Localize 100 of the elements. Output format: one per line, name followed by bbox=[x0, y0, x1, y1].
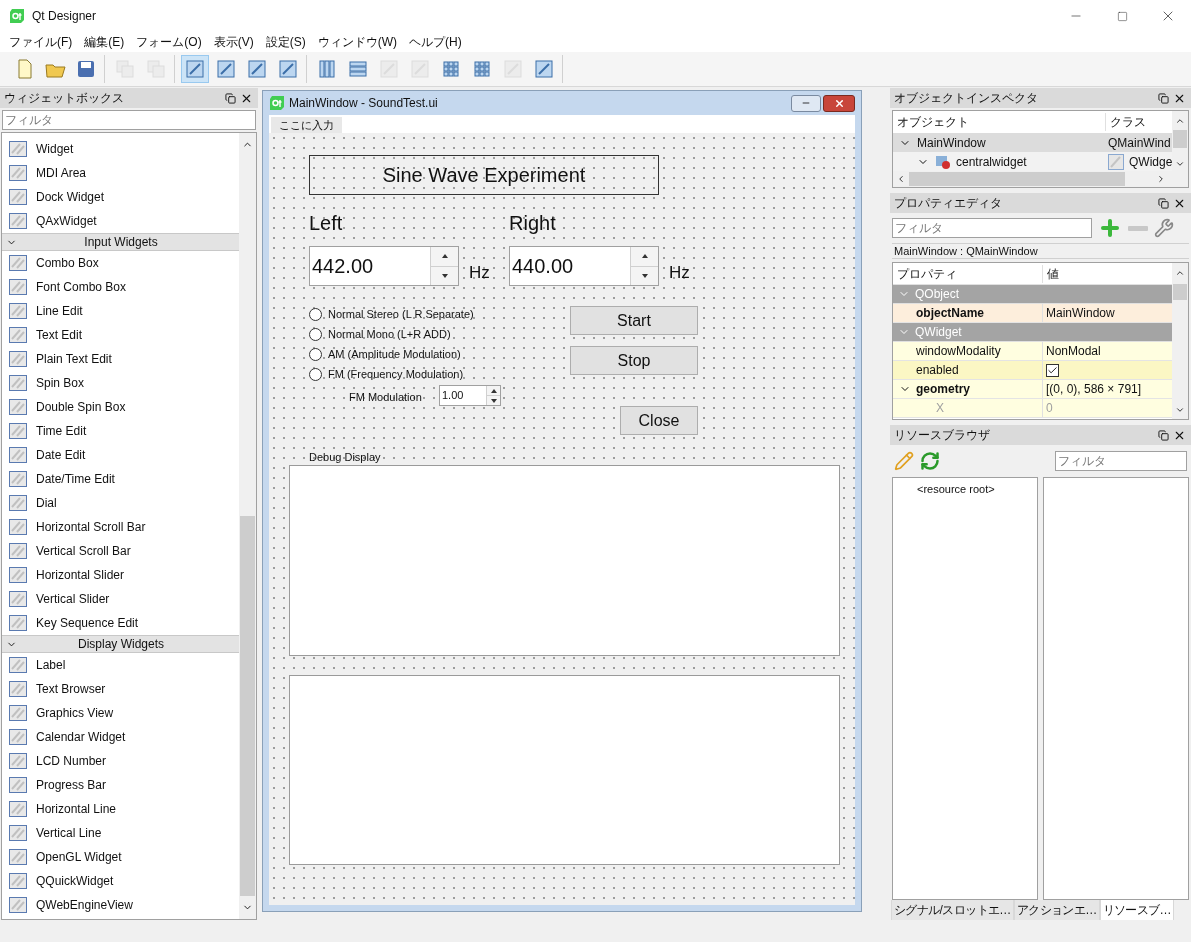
filter-field[interactable]: フィルタ bbox=[1055, 451, 1187, 471]
widget-item[interactable]: Text Browser bbox=[2, 677, 239, 701]
widget-item[interactable]: Plain Text Edit bbox=[2, 347, 239, 371]
tree-row[interactable]: centralwidget QWidge bbox=[893, 152, 1173, 171]
column-header[interactable]: プロパティ bbox=[893, 264, 1043, 283]
property-row[interactable]: objectName MainWindow bbox=[893, 304, 1172, 323]
push-button[interactable]: Start bbox=[570, 306, 698, 335]
scrollbar[interactable] bbox=[1172, 263, 1188, 419]
property-row[interactable]: windowModality NonModal bbox=[893, 342, 1172, 361]
widget-item[interactable]: Progress Bar bbox=[2, 773, 239, 797]
menu-item[interactable]: 設定(S) bbox=[259, 33, 312, 51]
close-button[interactable] bbox=[823, 94, 855, 112]
reload-button[interactable] bbox=[920, 451, 940, 471]
float-icon bbox=[1157, 197, 1169, 209]
widget-item[interactable]: Dock Widget bbox=[2, 185, 239, 209]
fm-modulation-label: FM Modulation bbox=[349, 390, 422, 405]
edit-button[interactable] bbox=[894, 451, 914, 471]
push-button[interactable]: Stop bbox=[570, 346, 698, 375]
widget-item[interactable]: Dial bbox=[2, 491, 239, 515]
add-button[interactable] bbox=[1098, 216, 1122, 240]
widget-item[interactable]: Vertical Slider bbox=[2, 587, 239, 611]
widget-item[interactable]: Horizontal Slider bbox=[2, 563, 239, 587]
dock-tab[interactable]: シグナル/スロットエ… bbox=[891, 900, 1014, 920]
menu-item[interactable]: ウィンドウ(W) bbox=[311, 33, 403, 51]
widget-label: Spin Box bbox=[36, 375, 85, 392]
scrollbar[interactable] bbox=[893, 171, 1188, 187]
float-button[interactable] bbox=[1155, 92, 1171, 104]
property-row[interactable]: geometry [(0, 0), 586 × 791] bbox=[893, 380, 1172, 399]
up-arrow-button[interactable] bbox=[487, 386, 500, 396]
widget-item[interactable]: Date/Time Edit bbox=[2, 467, 239, 491]
widget-item[interactable]: Time Edit bbox=[2, 419, 239, 443]
menu-item[interactable]: ヘルプ(H) bbox=[403, 33, 468, 51]
widget-item[interactable]: Text Edit bbox=[2, 323, 239, 347]
category-header[interactable]: Input Widgets bbox=[2, 233, 239, 251]
menu-placeholder[interactable]: ここに入力 bbox=[271, 117, 342, 133]
dock-tab[interactable]: アクションエ… bbox=[1013, 900, 1100, 920]
widget-item[interactable]: Label bbox=[2, 653, 239, 677]
widget-item[interactable]: QAxWidget bbox=[2, 209, 239, 233]
menu-item[interactable]: 表示(V) bbox=[207, 33, 260, 51]
widget-label: Text Browser bbox=[36, 681, 106, 698]
scroll-thumb[interactable] bbox=[1173, 284, 1187, 300]
widget-item[interactable]: Calendar Widget bbox=[2, 725, 239, 749]
widget-item[interactable]: Vertical Scroll Bar bbox=[2, 539, 239, 563]
filter-field[interactable]: フィルタ bbox=[2, 110, 256, 130]
radio-label: AM (Amplitude Modulation) bbox=[328, 346, 461, 362]
float-button[interactable] bbox=[222, 92, 238, 104]
push-button[interactable]: Close bbox=[620, 406, 698, 435]
widget-item[interactable]: Combo Box bbox=[2, 251, 239, 275]
radio-button[interactable] bbox=[309, 307, 322, 321]
tree-row[interactable]: MainWindow QMainWind bbox=[893, 133, 1173, 152]
widget-item[interactable]: Font Combo Box bbox=[2, 275, 239, 299]
float-button[interactable] bbox=[1155, 197, 1171, 209]
radio-option[interactable]: Normal Stereo (L R Separate) bbox=[309, 304, 474, 324]
scrollbar[interactable] bbox=[239, 133, 256, 919]
radio-option[interactable]: FM (Frequency Modulation) bbox=[309, 364, 474, 384]
scrollbar[interactable] bbox=[1172, 111, 1188, 171]
toolbar-button[interactable] bbox=[181, 55, 209, 83]
widget-item[interactable]: Horizontal Scroll Bar bbox=[2, 515, 239, 539]
spin-box[interactable]: 1.00 bbox=[439, 385, 501, 406]
grid-icon bbox=[471, 58, 493, 80]
radio-option[interactable]: Normal Mono (L+R ADD) bbox=[309, 324, 474, 344]
unit-label: Hz bbox=[469, 262, 490, 284]
scroll-thumb[interactable] bbox=[240, 516, 255, 896]
radio-option[interactable]: AM (Amplitude Modulation) bbox=[309, 344, 474, 364]
scroll-thumb[interactable] bbox=[1173, 130, 1188, 148]
widget-item[interactable]: Widget bbox=[2, 137, 239, 161]
menu-item[interactable]: フォーム(O) bbox=[130, 33, 208, 51]
column-header[interactable]: 値 bbox=[1043, 264, 1059, 283]
widget-item[interactable]: QQuickWidget bbox=[2, 869, 239, 893]
column-header[interactable]: オブジェクト bbox=[893, 113, 1106, 131]
widget-item[interactable]: QWebEngineView bbox=[2, 893, 239, 917]
float-button[interactable] bbox=[1155, 429, 1171, 441]
widget-item[interactable]: Spin Box bbox=[2, 371, 239, 395]
widget-item[interactable]: Horizontal Line bbox=[2, 797, 239, 821]
dock-tab[interactable]: リソースブ… bbox=[1099, 900, 1174, 920]
widget-item[interactable]: Graphics View bbox=[2, 701, 239, 725]
menu-item[interactable]: ファイル(F) bbox=[3, 33, 79, 51]
property-value: [(0, 0), 586 × 791] bbox=[1046, 381, 1142, 398]
widget-item[interactable]: Double Spin Box bbox=[2, 395, 239, 419]
widget-item[interactable]: Date Edit bbox=[2, 443, 239, 467]
filter-field[interactable]: フィルタ bbox=[892, 218, 1092, 238]
configure-button[interactable] bbox=[1154, 218, 1174, 238]
radio-button[interactable] bbox=[309, 367, 322, 381]
radio-button[interactable] bbox=[309, 327, 322, 341]
widget-icon bbox=[8, 565, 28, 585]
widget-item[interactable]: Line Edit bbox=[2, 299, 239, 323]
property-row[interactable]: enabled bbox=[893, 361, 1172, 380]
checkbox[interactable] bbox=[1046, 363, 1059, 377]
scroll-thumb[interactable] bbox=[909, 172, 1125, 186]
widget-item[interactable]: Vertical Line bbox=[2, 821, 239, 845]
tree-item[interactable]: <resource root> bbox=[917, 483, 995, 495]
widget-item[interactable]: LCD Number bbox=[2, 749, 239, 773]
widget-item[interactable]: MDI Area bbox=[2, 161, 239, 185]
down-arrow-button[interactable] bbox=[487, 396, 500, 405]
menu-item[interactable]: 編集(E) bbox=[78, 33, 131, 51]
widget-item[interactable]: Key Sequence Edit bbox=[2, 611, 239, 635]
category-header[interactable]: Display Widgets bbox=[2, 635, 239, 653]
column-header[interactable]: クラス bbox=[1106, 113, 1146, 131]
widget-item[interactable]: OpenGL Widget bbox=[2, 845, 239, 869]
radio-button[interactable] bbox=[309, 347, 322, 361]
